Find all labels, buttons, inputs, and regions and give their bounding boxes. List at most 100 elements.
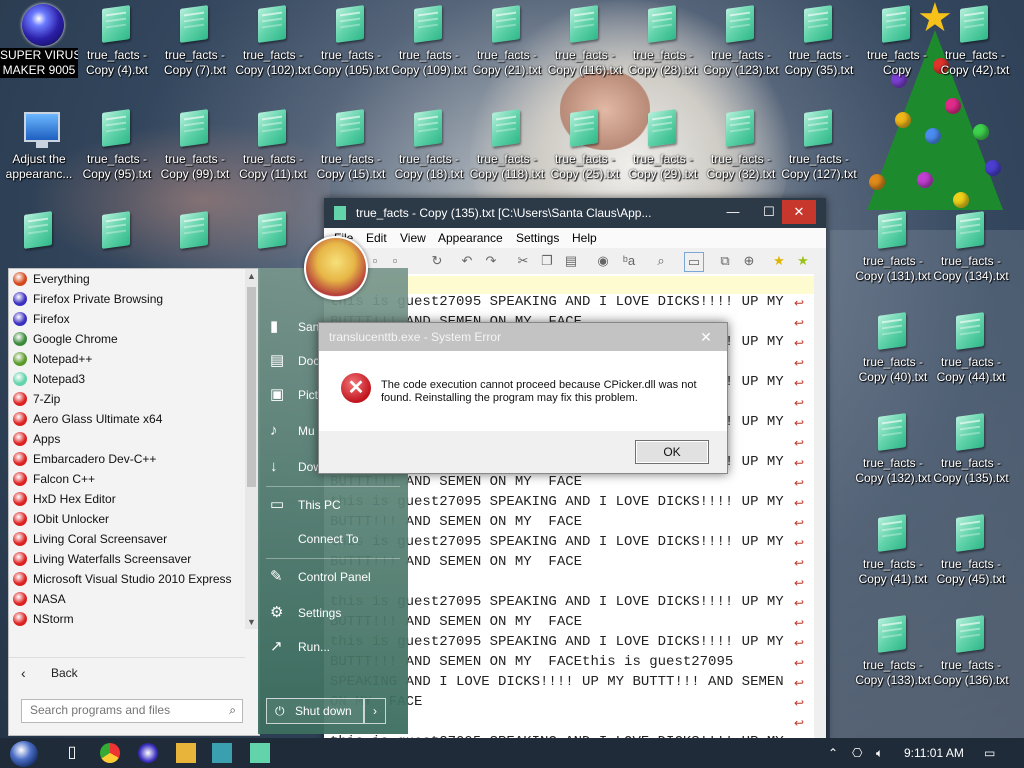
desktop-file-icon[interactable]: true_facts - Copy (109).txt bbox=[390, 0, 468, 96]
add-favorite-icon[interactable]: ★ bbox=[794, 252, 812, 270]
user-avatar[interactable] bbox=[304, 236, 368, 300]
zoom-in-icon[interactable]: ⊕ bbox=[740, 252, 758, 270]
zoom-icon[interactable]: ⌕ bbox=[652, 252, 670, 270]
start-item-run[interactable]: ↗ Run... bbox=[258, 632, 408, 662]
program-item[interactable]: IObit Unlocker bbox=[9, 509, 245, 529]
start-item-this-pc[interactable]: ▭ This PC bbox=[258, 490, 408, 520]
maximize-button[interactable]: ☐ bbox=[752, 200, 786, 224]
notification-icon[interactable]: ▭ bbox=[984, 738, 995, 768]
app-orb-icon[interactable] bbox=[138, 743, 158, 763]
notepad-titlebar[interactable]: true_facts - Copy (135).txt [C:\Users\Sa… bbox=[324, 198, 826, 228]
desktop-file-icon[interactable]: true_facts - Copy (105).txt bbox=[312, 0, 390, 96]
desktop-file-icon[interactable]: true_facts - Copy (29).txt bbox=[624, 104, 702, 200]
minimize-button[interactable]: — bbox=[716, 200, 750, 224]
paste-icon[interactable]: ▤ bbox=[562, 252, 580, 270]
program-item[interactable]: Everything bbox=[9, 269, 245, 289]
desktop-file-icon[interactable]: true_facts - Copy (102).txt bbox=[234, 0, 312, 96]
start-button[interactable] bbox=[10, 741, 38, 767]
close-button[interactable]: ✕ bbox=[782, 200, 816, 224]
program-item[interactable]: Embarcadero Dev-C++ bbox=[9, 449, 245, 469]
favorite-icon[interactable]: ★ bbox=[770, 252, 788, 270]
program-item[interactable]: Apps bbox=[9, 429, 245, 449]
desktop-file-icon[interactable]: true_facts - Copy (42).txt bbox=[936, 0, 1014, 96]
desktop-file-icon[interactable]: true_facts - Copy bbox=[858, 0, 936, 96]
desktop-file-icon[interactable]: true_facts - Copy (132).txt bbox=[854, 408, 932, 504]
program-item[interactable]: Microsoft Visual Studio 2010 Express bbox=[9, 569, 245, 589]
desktop-file-icon[interactable]: true_facts - Copy (41).txt bbox=[854, 509, 932, 605]
program-item[interactable]: Firefox bbox=[9, 309, 245, 329]
desktop-file-icon[interactable]: true_facts - Copy (45).txt bbox=[932, 509, 1010, 605]
desktop-file-icon[interactable]: true_facts - Copy (136).txt bbox=[932, 610, 1010, 706]
menu-help[interactable]: Help bbox=[572, 228, 597, 248]
adjust-appearance-icon[interactable]: Adjust the appearanc... bbox=[0, 104, 78, 200]
program-item[interactable]: 7-Zip bbox=[9, 389, 245, 409]
menu-settings[interactable]: Settings bbox=[516, 228, 559, 248]
program-item[interactable]: Living Waterfalls Screensaver bbox=[9, 549, 245, 569]
desktop-file-icon[interactable]: true_facts - Copy (135).txt bbox=[932, 408, 1010, 504]
desktop-file-icon[interactable]: true_facts - Copy (118).txt bbox=[468, 104, 546, 200]
network-icon[interactable]: ⎔ bbox=[852, 738, 862, 768]
desktop-file-icon[interactable] bbox=[156, 206, 234, 258]
clock[interactable]: 9:11:01 AM bbox=[904, 738, 964, 768]
notepad-scrollbar[interactable] bbox=[814, 274, 826, 738]
replace-icon[interactable]: ᵇa bbox=[620, 252, 638, 270]
desktop-file-icon[interactable]: true_facts - Copy (40).txt bbox=[854, 307, 932, 403]
select-icon[interactable]: ⧉ bbox=[716, 252, 734, 270]
program-item[interactable]: NASA bbox=[9, 589, 245, 609]
menu-view[interactable]: View bbox=[400, 228, 426, 248]
refresh-icon[interactable]: ↻ bbox=[428, 252, 446, 270]
desktop-file-icon[interactable]: true_facts - Copy (35).txt bbox=[780, 0, 858, 96]
redo-icon[interactable]: ↷ bbox=[482, 252, 500, 270]
program-item[interactable]: NStorm bbox=[9, 609, 245, 629]
scroll-down-icon[interactable]: ▼ bbox=[245, 615, 258, 629]
program-list-scrollbar[interactable]: ▲ ▼ bbox=[245, 269, 258, 629]
desktop-file-icon[interactable]: true_facts - Copy (123).txt bbox=[702, 0, 780, 96]
desktop-file-icon[interactable]: true_facts - Copy (134).txt bbox=[932, 206, 1010, 302]
undo-icon[interactable]: ↶ bbox=[458, 252, 476, 270]
desktop-file-icon[interactable]: true_facts - Copy (99).txt bbox=[156, 104, 234, 200]
task-view-icon[interactable]: ▯ bbox=[62, 743, 82, 763]
ok-button[interactable]: OK bbox=[635, 440, 709, 464]
program-item[interactable]: Living Coral Screensaver bbox=[9, 529, 245, 549]
notepad-taskbar-icon[interactable] bbox=[250, 743, 270, 763]
program-item[interactable]: Notepad3 bbox=[9, 369, 245, 389]
shutdown-options-button[interactable]: › bbox=[364, 698, 386, 724]
wordwrap-icon[interactable]: ▭ bbox=[684, 252, 704, 272]
desktop-file-icon[interactable]: true_facts - Copy (44).txt bbox=[932, 307, 1010, 403]
chevron-up-icon[interactable]: ⌃ bbox=[828, 738, 838, 768]
desktop-file-icon[interactable] bbox=[234, 206, 312, 258]
desktop-file-icon[interactable]: true_facts - Copy (131).txt bbox=[854, 206, 932, 302]
program-item[interactable]: Firefox Private Browsing bbox=[9, 289, 245, 309]
start-item-control-panel[interactable]: ✎ Control Panel bbox=[258, 562, 408, 592]
menu-appearance[interactable]: Appearance bbox=[438, 228, 503, 248]
desktop-file-icon[interactable] bbox=[78, 206, 156, 258]
desktop-file-icon[interactable]: true_facts - Copy (21).txt bbox=[468, 0, 546, 96]
desktop-file-icon[interactable]: true_facts - Copy (15).txt bbox=[312, 104, 390, 200]
program-item[interactable]: Google Chrome bbox=[9, 329, 245, 349]
super-virus-maker-icon[interactable]: SUPER VIRUS MAKER 9005 bbox=[0, 0, 78, 96]
dialog-titlebar[interactable]: translucenttb.exe - System Error ✕ bbox=[319, 323, 727, 351]
program-item[interactable]: Aero Glass Ultimate x64 bbox=[9, 409, 245, 429]
program-item[interactable]: HxD Hex Editor bbox=[9, 489, 245, 509]
search-input[interactable] bbox=[22, 700, 220, 720]
scroll-thumb[interactable] bbox=[247, 287, 256, 487]
desktop-file-icon[interactable] bbox=[0, 206, 78, 258]
shutdown-button[interactable]: ⏻ Shut down bbox=[266, 698, 364, 724]
file-explorer-icon[interactable] bbox=[176, 743, 196, 763]
desktop-file-icon[interactable]: true_facts - Copy (25).txt bbox=[546, 104, 624, 200]
desktop-file-icon[interactable]: true_facts - Copy (4).txt bbox=[78, 0, 156, 96]
search-icon[interactable]: ⌕ bbox=[229, 703, 236, 718]
start-search-box[interactable]: ⌕ bbox=[21, 699, 243, 723]
program-item[interactable]: Falcon C++ bbox=[9, 469, 245, 489]
desktop-file-icon[interactable]: true_facts - Copy (18).txt bbox=[390, 104, 468, 200]
window-app-icon[interactable] bbox=[212, 743, 232, 763]
program-item[interactable]: Notepad++ bbox=[9, 349, 245, 369]
desktop-file-icon[interactable]: true_facts - Copy (11).txt bbox=[234, 104, 312, 200]
desktop-file-icon[interactable]: true_facts - Copy (95).txt bbox=[78, 104, 156, 200]
start-item-connect-to[interactable]: Connect To bbox=[258, 524, 408, 554]
chrome-icon[interactable] bbox=[100, 743, 120, 763]
start-item-settings[interactable]: ⚙ Settings bbox=[258, 598, 408, 628]
desktop-file-icon[interactable]: true_facts - Copy (127).txt bbox=[780, 104, 858, 200]
scroll-up-icon[interactable]: ▲ bbox=[245, 269, 258, 283]
back-button[interactable]: ‹ Back bbox=[9, 657, 245, 688]
